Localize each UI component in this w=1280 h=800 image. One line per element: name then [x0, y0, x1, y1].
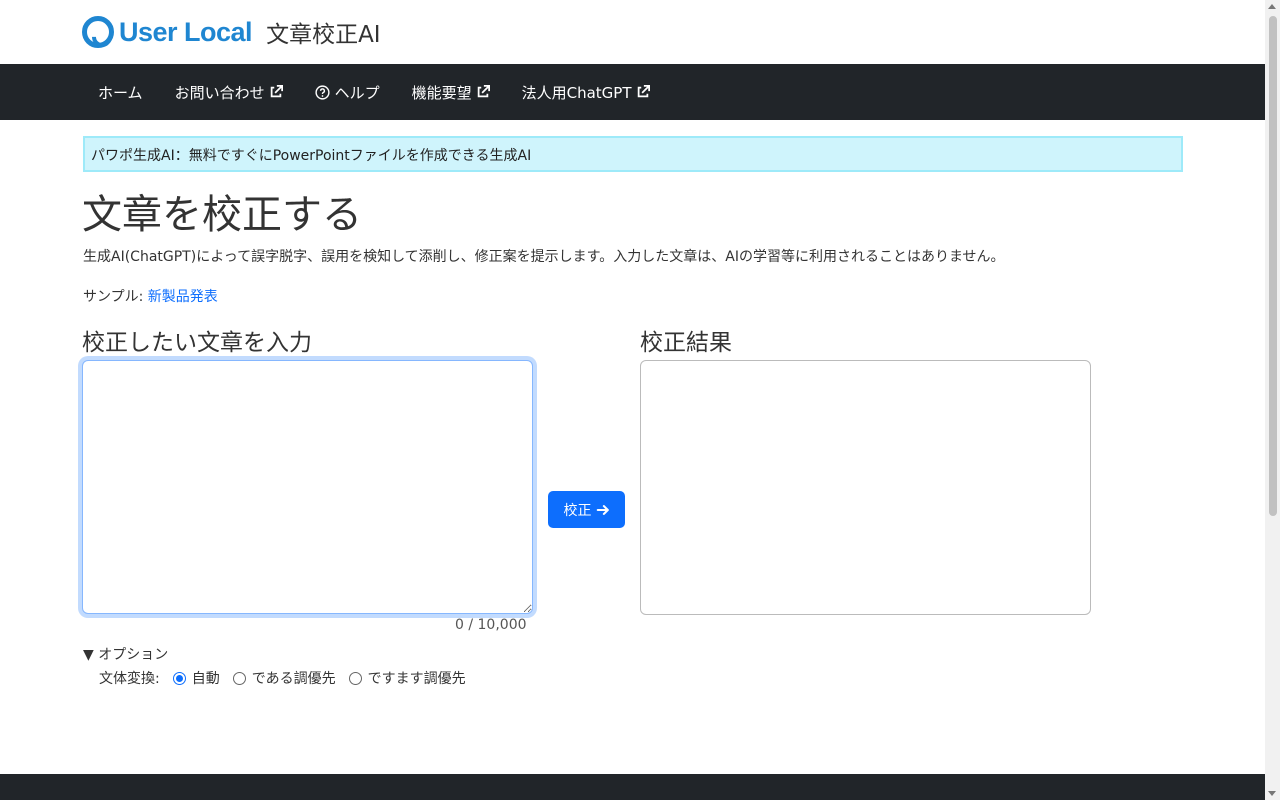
arrow-right-icon — [596, 504, 609, 515]
nav-enterprise-chatgpt-label: 法人用ChatGPT — [521, 83, 632, 102]
nav-home-label: ホーム — [98, 83, 143, 102]
proofread-button-label: 校正 — [563, 502, 592, 519]
page-scrollbar[interactable] — [1265, 0, 1280, 800]
char-counter: 0 / 10,000 — [455, 617, 527, 633]
input-heading: 校正したい文章を入力 — [82, 330, 312, 356]
radio-desumasu-label: ですます調優先 — [367, 671, 466, 687]
external-link-icon — [637, 85, 650, 98]
sample-link[interactable]: 新製品発表 — [148, 289, 218, 305]
userlocal-logo[interactable]: User Local 文章校正AI — [82, 15, 381, 49]
radio-unchecked-icon — [348, 671, 362, 685]
proofread-button[interactable]: 校正 — [548, 491, 625, 528]
options-toggle[interactable]: ▼ オプション — [83, 644, 168, 664]
text-input[interactable] — [82, 360, 533, 614]
nav-feature-request-label: 機能要望 — [411, 83, 472, 102]
radio-dearu-label: である調優先 — [251, 671, 336, 687]
result-output[interactable] — [640, 360, 1091, 615]
nav-feature-request[interactable]: 機能要望 — [396, 64, 506, 120]
external-link-icon — [477, 85, 490, 98]
nav-enterprise-chatgpt[interactable]: 法人用ChatGPT — [506, 64, 666, 120]
result-heading: 校正結果 — [640, 330, 732, 356]
logo-text: User Local — [119, 16, 253, 47]
question-circle-icon — [314, 84, 330, 100]
style-label: 文体変換: — [99, 671, 160, 687]
radio-auto-label: 自動 — [191, 671, 220, 687]
scroll-down-icon[interactable] — [1268, 791, 1276, 796]
radio-desumasu[interactable]: ですます調優先 — [348, 668, 466, 688]
scroll-up-icon[interactable] — [1268, 4, 1276, 9]
userlocal-logo-icon — [82, 16, 114, 48]
radio-auto[interactable]: 自動 — [172, 668, 220, 688]
sample-line: サンプル: 新製品発表 — [83, 286, 218, 306]
site-header: User Local 文章校正AI — [0, 0, 1265, 64]
radio-checked-icon — [172, 671, 186, 685]
external-link-icon — [270, 85, 283, 98]
footer — [0, 774, 1265, 800]
nav-help[interactable]: ヘルプ — [299, 64, 396, 120]
page-description: 生成AI(ChatGPT)によって誤字脱字、誤用を検知して添削し、修正案を提示し… — [83, 249, 1005, 265]
style-options: 文体変換: 自動 である調優先 ですます調優先 — [99, 668, 466, 688]
app-title: 文章校正AI — [266, 22, 381, 48]
nav-contact[interactable]: お問い合わせ — [159, 64, 299, 120]
radio-dearu[interactable]: である調優先 — [232, 668, 336, 688]
radio-unchecked-icon — [232, 671, 246, 685]
scroll-thumb[interactable] — [1269, 16, 1277, 516]
promo-alert-text: パワポ生成AI：無料ですぐにPowerPointファイルを作成できる生成AI — [91, 148, 532, 164]
page-title: 文章を校正する — [82, 192, 362, 238]
navbar: ホーム お問い合わせ ヘルプ 機能要望 法人用ChatGPT — [0, 64, 1265, 120]
promo-alert[interactable]: パワポ生成AI：無料ですぐにPowerPointファイルを作成できる生成AI — [83, 136, 1183, 172]
nav-home[interactable]: ホーム — [82, 64, 159, 120]
nav-help-label: ヘルプ — [334, 83, 380, 102]
nav-contact-label: お問い合わせ — [174, 83, 265, 102]
sample-label: サンプル: — [83, 289, 148, 305]
